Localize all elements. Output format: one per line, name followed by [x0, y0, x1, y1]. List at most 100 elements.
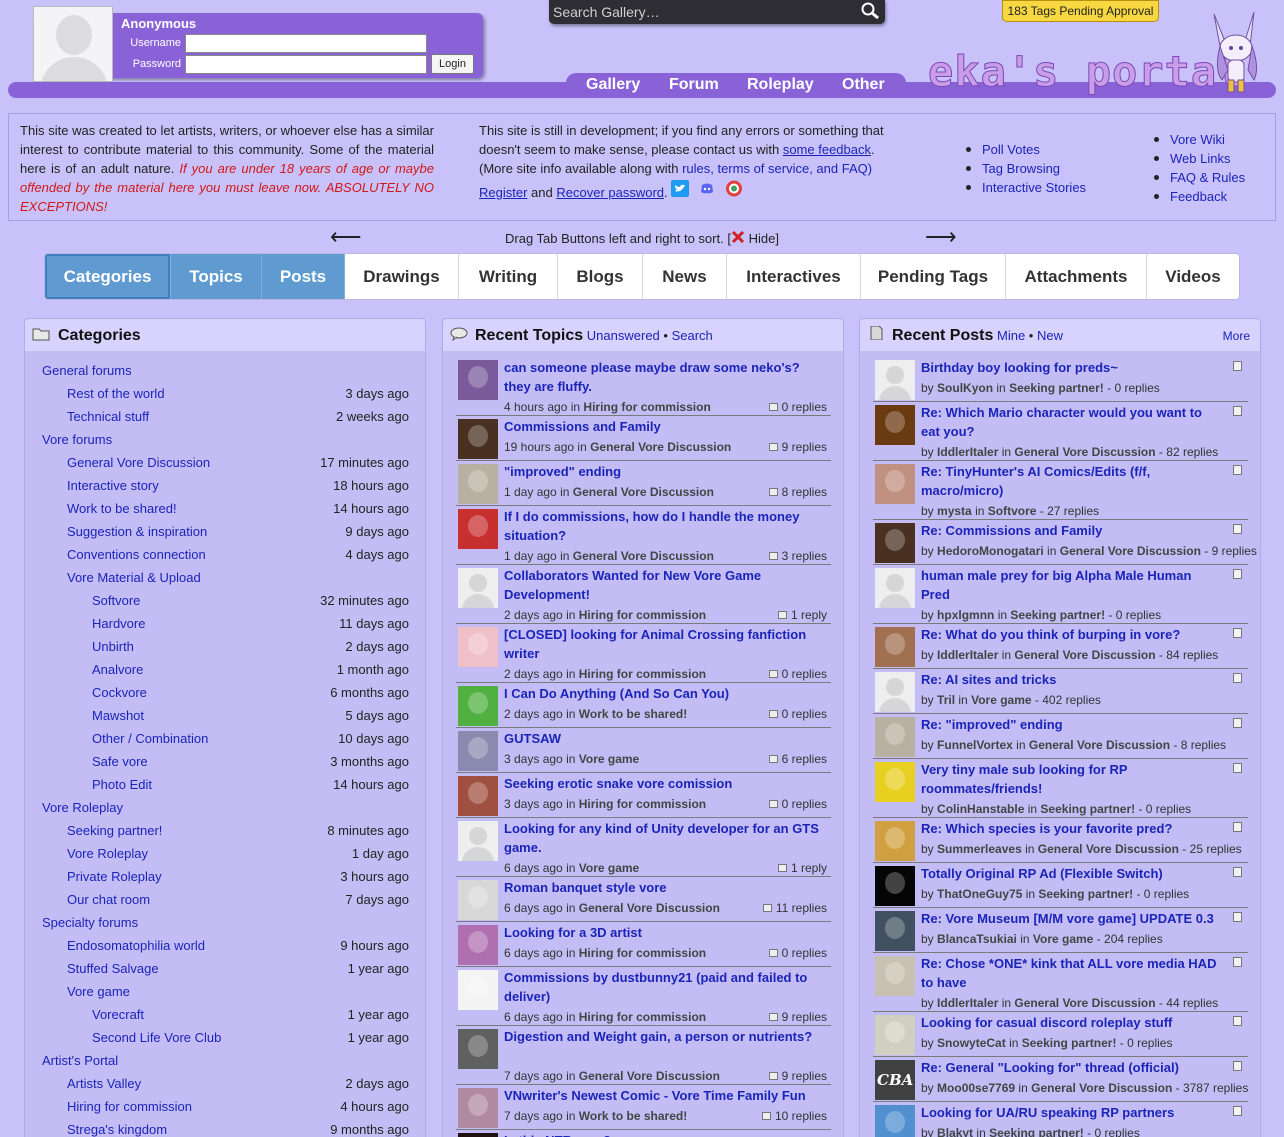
post-page-icon[interactable]	[1233, 673, 1242, 683]
new-link[interactable]: New	[1037, 328, 1063, 343]
post-page-icon[interactable]	[1233, 628, 1242, 638]
topic-forum-link[interactable]: General Vore Discussion	[573, 485, 714, 499]
site-logo[interactable]: eka's portal	[927, 50, 1243, 93]
post-page-icon[interactable]	[1233, 465, 1242, 475]
category-link[interactable]: Safe vore	[92, 754, 148, 769]
list-item[interactable]: Poll Votes	[964, 140, 1086, 159]
post-page-icon[interactable]	[1233, 763, 1242, 773]
username-field[interactable]	[185, 34, 427, 53]
post-title-link[interactable]: Re: Commissions and Family	[921, 521, 1221, 540]
avatar[interactable]	[875, 672, 915, 712]
topic-title-link[interactable]: GUTSAW	[504, 729, 829, 748]
tab-posts[interactable]: Posts	[262, 254, 345, 299]
avatar[interactable]	[875, 523, 915, 563]
category-link[interactable]: Hardvore	[92, 616, 145, 631]
pending-tags-badge[interactable]: 183 Tags Pending Approval	[1002, 0, 1159, 22]
list-item[interactable]: Vore Wiki	[1152, 130, 1245, 149]
category-link[interactable]: Unbirth	[92, 639, 134, 654]
avatar[interactable]	[458, 880, 498, 920]
tab-categories[interactable]: Categories	[45, 254, 171, 299]
post-title-link[interactable]: Totally Original RP Ad (Flexible Switch)	[921, 864, 1221, 883]
topic-title-link[interactable]: If I do commissions, how do I handle the…	[504, 507, 829, 545]
avatar[interactable]	[875, 866, 915, 906]
avatar[interactable]	[875, 911, 915, 951]
topic-title-link[interactable]: Collaborators Wanted for New Vore Game D…	[504, 566, 829, 604]
avatar[interactable]	[458, 627, 498, 667]
category-link[interactable]: Other / Combination	[92, 731, 208, 746]
rules-link[interactable]: rules, terms of service, and FAQ)	[682, 161, 872, 176]
tag-browsing-link[interactable]: Tag Browsing	[982, 161, 1060, 176]
hide-x-icon[interactable]	[731, 230, 745, 244]
category-link[interactable]: Cockvore	[92, 685, 147, 700]
topic-title-link[interactable]: Is this NTR vore?	[504, 1131, 829, 1137]
tab-news[interactable]: News	[643, 254, 727, 299]
recover-password-link[interactable]: Recover password	[556, 185, 664, 200]
avatar[interactable]	[875, 1015, 915, 1055]
post-user-link[interactable]: Summerleaves	[937, 842, 1022, 856]
post-page-icon[interactable]	[1233, 569, 1242, 579]
post-page-icon[interactable]	[1233, 957, 1242, 967]
topic-title-link[interactable]: Commissions by dustbunny21 (paid and fai…	[504, 968, 829, 1006]
feedback-link[interactable]: some feedback	[783, 142, 871, 157]
topic-title-link[interactable]: I Can Do Anything (And So Can You)	[504, 684, 829, 703]
post-page-icon[interactable]	[1233, 1106, 1242, 1116]
post-user-link[interactable]: hpxlgmnn	[937, 608, 994, 622]
post-title-link[interactable]: Re: Vore Museum [M/M vore game] UPDATE 0…	[921, 909, 1221, 928]
list-item[interactable]: Interactive Stories	[964, 178, 1086, 197]
category-link[interactable]: Vore Roleplay	[42, 800, 123, 815]
post-user-link[interactable]: mysta	[937, 504, 972, 518]
topic-title-link[interactable]: Roman banquet style vore	[504, 878, 829, 897]
avatar[interactable]	[458, 1029, 498, 1069]
post-page-icon[interactable]	[1233, 718, 1242, 728]
list-item[interactable]: FAQ & Rules	[1152, 168, 1245, 187]
topic-forum-link[interactable]: General Vore Discussion	[573, 549, 714, 563]
topic-title-link[interactable]: Looking for any kind of Unity developer …	[504, 819, 829, 857]
avatar[interactable]	[875, 717, 915, 757]
avatar[interactable]	[458, 568, 498, 608]
post-user-link[interactable]: ColinHanstable	[937, 802, 1024, 816]
avatar[interactable]	[458, 970, 498, 1010]
more-link[interactable]: More	[1223, 329, 1250, 343]
category-link[interactable]: Work to be shared!	[67, 501, 177, 516]
topic-title-link[interactable]: Seeking erotic snake vore comission	[504, 774, 829, 793]
post-page-icon[interactable]	[1233, 1061, 1242, 1071]
tab-interactives[interactable]: Interactives	[727, 254, 861, 299]
topic-forum-link[interactable]: General Vore Discussion	[590, 440, 731, 454]
post-forum-link[interactable]: General Vore Discussion	[1029, 738, 1170, 752]
topic-forum-link[interactable]: Hiring for commission	[579, 1010, 706, 1024]
search-link[interactable]: Search	[672, 328, 713, 343]
post-forum-link[interactable]: Seeking partner!	[989, 1126, 1084, 1137]
vore-wiki-link[interactable]: Vore Wiki	[1170, 132, 1225, 147]
register-link[interactable]: Register	[479, 185, 527, 200]
tab-writing[interactable]: Writing	[459, 254, 558, 299]
avatar[interactable]	[458, 419, 498, 459]
list-item[interactable]: Tag Browsing	[964, 159, 1086, 178]
avatar[interactable]	[875, 821, 915, 861]
topic-title-link[interactable]: Commissions and Family	[504, 417, 829, 436]
post-title-link[interactable]: Re: Which Mario character would you want…	[921, 403, 1221, 441]
post-page-icon[interactable]	[1233, 912, 1242, 922]
tab-blogs[interactable]: Blogs	[558, 254, 643, 299]
post-user-link[interactable]: SnowyteCat	[937, 1036, 1006, 1050]
avatar[interactable]	[875, 956, 915, 996]
nav-forum[interactable]: Forum	[669, 76, 719, 94]
topic-forum-link[interactable]: Vore game	[579, 752, 639, 766]
post-forum-link[interactable]: Vore game	[1033, 932, 1093, 946]
unanswered-link[interactable]: Unanswered	[587, 328, 660, 343]
topic-forum-link[interactable]: General Vore Discussion	[579, 901, 720, 915]
category-link[interactable]: Conventions connection	[67, 547, 206, 562]
category-link[interactable]: Strega's kingdom	[67, 1122, 167, 1137]
post-forum-link[interactable]: General Vore Discussion	[1060, 544, 1201, 558]
post-page-icon[interactable]	[1233, 867, 1242, 877]
tab-pending-tags[interactable]: Pending Tags	[861, 254, 1006, 299]
mine-link[interactable]: Mine	[997, 328, 1025, 343]
tab-videos[interactable]: Videos	[1147, 254, 1239, 299]
post-forum-link[interactable]: General Vore Discussion	[1031, 1081, 1172, 1095]
post-user-link[interactable]: SoulKyon	[937, 381, 993, 395]
nav-other[interactable]: Other	[842, 76, 885, 94]
category-link[interactable]: Vorecraft	[92, 1007, 144, 1022]
post-page-icon[interactable]	[1233, 1016, 1242, 1026]
category-link[interactable]: Vore forums	[42, 432, 112, 447]
interactive-stories-link[interactable]: Interactive Stories	[982, 180, 1086, 195]
category-link[interactable]: Mawshot	[92, 708, 144, 723]
